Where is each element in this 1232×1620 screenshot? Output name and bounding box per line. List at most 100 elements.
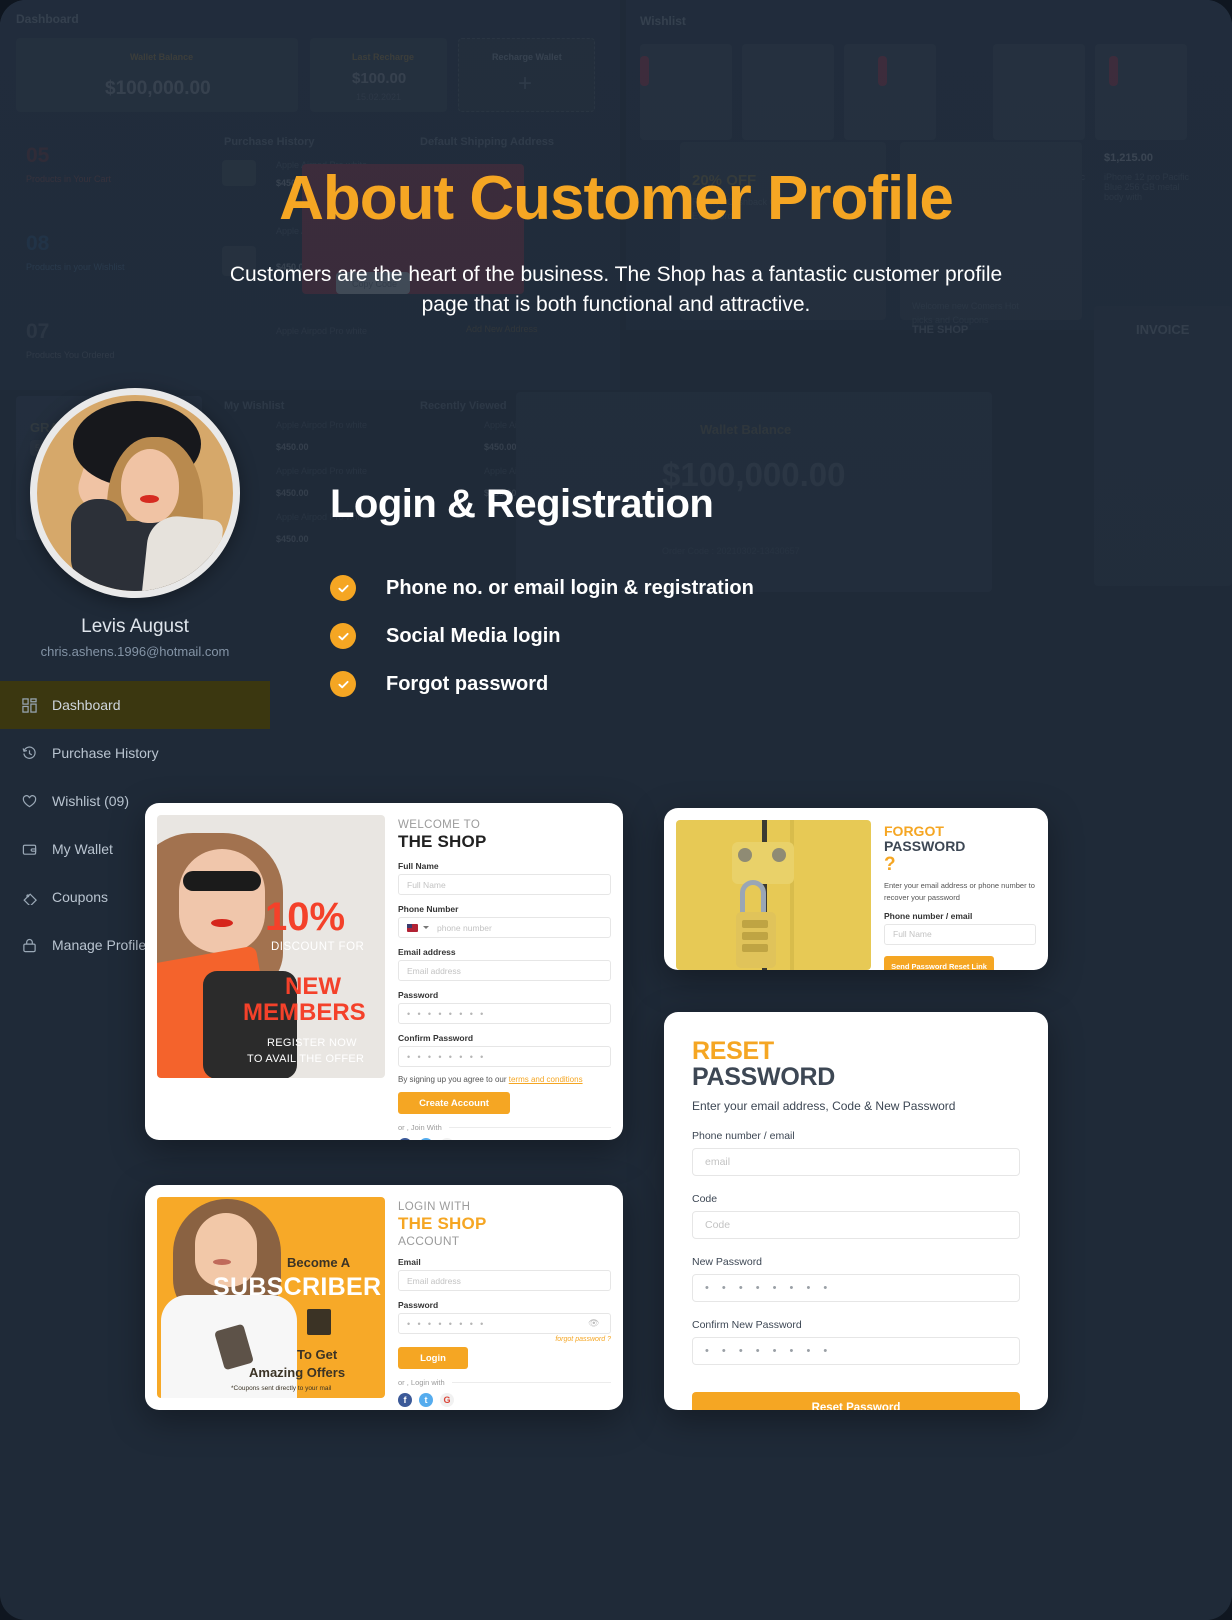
coupon-icon bbox=[22, 890, 52, 905]
email-address-input[interactable]: Email address bbox=[398, 960, 611, 981]
forgot-password-link[interactable]: forgot password ? bbox=[398, 1336, 611, 1343]
us-flag-icon bbox=[407, 923, 418, 932]
forgot-password-screenshot-card: FORGOT PASSWORD ? Enter your email addre… bbox=[664, 808, 1048, 970]
app-window: Dashboard Wallet Balance $100,000.00 Las… bbox=[0, 0, 1232, 1620]
login-banner: Become A SUBSCRIBER To Get Amazing Offer… bbox=[157, 1197, 385, 1398]
send-password-reset-link-button[interactable]: Send Password Reset Link bbox=[884, 955, 994, 970]
login-button[interactable]: Login bbox=[398, 1347, 468, 1369]
forgot-password-form: FORGOT PASSWORD ? Enter your email addre… bbox=[884, 820, 1036, 970]
social-login-row: f t G bbox=[398, 1138, 611, 1140]
facebook-icon[interactable]: f bbox=[398, 1393, 412, 1407]
dial-row-2 bbox=[742, 932, 768, 940]
password-input[interactable]: • • • • • • • • bbox=[398, 1003, 611, 1024]
shackle-icon bbox=[740, 880, 766, 914]
feature-label: Forgot password bbox=[386, 672, 549, 695]
social-login-row: f t G bbox=[398, 1393, 611, 1407]
google-icon[interactable]: G bbox=[440, 1138, 454, 1140]
phone-number-input[interactable]: phone number bbox=[398, 917, 611, 938]
forgot-title-orange: FORGOT bbox=[884, 823, 944, 839]
feature-item: Phone no. or email login & registration bbox=[330, 575, 754, 601]
divider-line bbox=[451, 1382, 611, 1383]
registration-form: WELCOME TO THE SHOP Full Name Full Name … bbox=[398, 815, 611, 1140]
forgot-field-input[interactable]: Full Name bbox=[884, 923, 1036, 945]
banner-subscriber: SUBSCRIBER bbox=[213, 1273, 382, 1301]
login-registration-section: Login & Registration Phone no. or email … bbox=[330, 482, 754, 719]
reset-new-password-input[interactable]: • • • • • • • • bbox=[692, 1274, 1020, 1302]
banner-become-a: Become A bbox=[287, 1255, 351, 1270]
dial-row-1 bbox=[742, 920, 768, 928]
registration-banner: 10% DISCOUNT FOR NEW MEMBERS REGISTER NO… bbox=[157, 815, 385, 1078]
login-form: LOGIN WITH THE SHOP ACCOUNT Email Email … bbox=[398, 1197, 611, 1407]
sidebar-item-purchase-history[interactable]: Purchase History bbox=[0, 729, 270, 777]
forgot-field-label: Phone number / email bbox=[884, 910, 973, 921]
sidebar-item-label: Purchase History bbox=[52, 745, 159, 761]
profile-email: chris.ashens.1996@hotmail.com bbox=[40, 644, 230, 659]
page-subtitle: Customers are the heart of the business.… bbox=[229, 263, 1003, 316]
create-account-button[interactable]: Create Account bbox=[398, 1092, 510, 1114]
banner-lips bbox=[213, 1259, 231, 1265]
banner-note: *Coupons sent directly to your mail bbox=[231, 1385, 332, 1392]
sidebar-item-dashboard[interactable]: Dashboard bbox=[0, 681, 270, 729]
section-title: Login & Registration bbox=[330, 482, 714, 526]
banner-to-get: To Get bbox=[297, 1347, 338, 1362]
phone-placeholder: phone number bbox=[437, 922, 492, 933]
check-circle-icon bbox=[330, 575, 356, 601]
ticket-icon bbox=[307, 1309, 331, 1335]
shop-name: THE SHOP bbox=[398, 832, 487, 851]
dial-row-3 bbox=[742, 944, 768, 952]
terms-prefix: By signing up you agree to our bbox=[398, 1075, 509, 1084]
reset-confirm-password-label: Confirm New Password bbox=[692, 1319, 802, 1331]
page-title: About Customer Profile bbox=[279, 164, 954, 233]
user-lock-icon bbox=[22, 938, 52, 953]
confirm-password-label: Confirm Password bbox=[398, 1033, 474, 1043]
avatar bbox=[30, 388, 240, 598]
feature-item: Forgot password bbox=[330, 671, 754, 697]
reset-new-password-label: New Password bbox=[692, 1256, 763, 1268]
divider-line bbox=[448, 1127, 611, 1128]
phone-number-label: Phone Number bbox=[398, 904, 459, 914]
feature-list: Phone no. or email login & registration … bbox=[330, 575, 754, 697]
terms-text: By signing up you agree to our terms and… bbox=[398, 1075, 611, 1084]
terms-link[interactable]: terms and conditions bbox=[509, 1075, 583, 1084]
avatar-arm-lower bbox=[71, 499, 127, 585]
reset-password-button[interactable]: Reset Password bbox=[692, 1392, 1020, 1410]
chevron-down-icon[interactable] bbox=[423, 926, 429, 929]
avatar-face bbox=[121, 449, 179, 523]
account-label: ACCOUNT bbox=[398, 1234, 460, 1248]
confirm-password-input[interactable]: • • • • • • • • bbox=[398, 1046, 611, 1067]
reset-password-screenshot-card: RESET PASSWORD Enter your email address,… bbox=[664, 1012, 1048, 1410]
heart-icon bbox=[22, 794, 52, 809]
sidebar-item-label: Dashboard bbox=[52, 697, 121, 713]
sidebar-item-label: Manage Profile bbox=[52, 937, 147, 953]
full-name-input[interactable]: Full Name bbox=[398, 874, 611, 895]
history-icon bbox=[22, 745, 52, 761]
registration-screenshot-card: 10% DISCOUNT FOR NEW MEMBERS REGISTER NO… bbox=[145, 803, 623, 1140]
login-screenshot-card: Become A SUBSCRIBER To Get Amazing Offer… bbox=[145, 1185, 623, 1410]
feature-label: Phone no. or email login & registration bbox=[386, 576, 754, 599]
twitter-icon[interactable]: t bbox=[419, 1393, 433, 1407]
eye-off-icon[interactable]: 👁 bbox=[588, 1318, 602, 1329]
reset-title-orange: RESET bbox=[692, 1037, 774, 1065]
password-input[interactable]: • • • • • • • • 👁 bbox=[398, 1313, 611, 1334]
or-login-divider: or , Login with bbox=[398, 1378, 611, 1387]
google-icon[interactable]: G bbox=[440, 1393, 454, 1407]
wallet-icon bbox=[22, 842, 52, 857]
password-dots: • • • • • • • • bbox=[407, 1318, 486, 1329]
banner-new: NEW bbox=[285, 973, 341, 1000]
profile-name: Levis August bbox=[81, 616, 189, 637]
full-name-label: Full Name bbox=[398, 861, 439, 871]
forgot-password-banner bbox=[676, 820, 871, 970]
reset-code-input[interactable]: Code bbox=[692, 1211, 1020, 1239]
hero-section: About Customer Profile Customers are the… bbox=[0, 168, 1232, 320]
login-with-label: LOGIN WITH bbox=[398, 1201, 471, 1213]
reset-email-input[interactable]: email bbox=[692, 1148, 1020, 1176]
reset-confirm-password-input[interactable]: • • • • • • • • bbox=[692, 1337, 1020, 1365]
banner-lips bbox=[211, 919, 233, 927]
facebook-icon[interactable]: f bbox=[398, 1138, 412, 1140]
shop-name: THE SHOP bbox=[398, 1214, 487, 1233]
sidebar-item-label: Coupons bbox=[52, 889, 109, 905]
email-address-label: Email address bbox=[398, 947, 456, 957]
email-input[interactable]: Email address bbox=[398, 1270, 611, 1291]
twitter-icon[interactable]: t bbox=[419, 1138, 433, 1140]
grid-icon bbox=[22, 697, 52, 713]
